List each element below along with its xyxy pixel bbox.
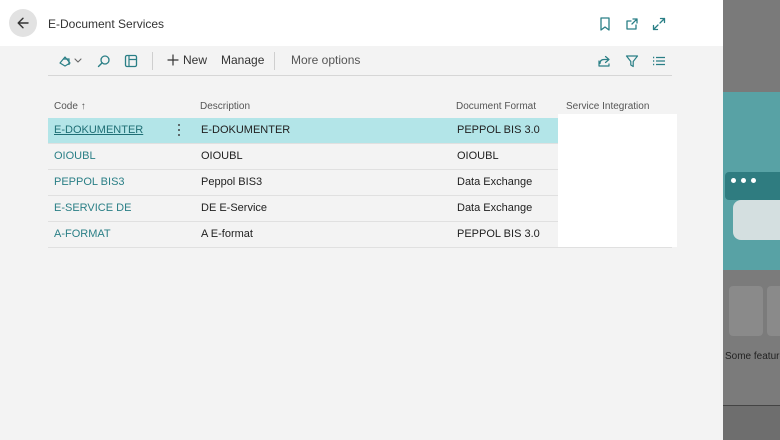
code-link[interactable]: A-FORMAT: [54, 228, 111, 240]
column-header-service-integration[interactable]: Service Integration: [566, 101, 649, 112]
background-thumbnail: [729, 286, 763, 336]
document-format-cell: OIOUBL: [457, 150, 499, 162]
background-thumbnail: [767, 286, 780, 336]
toolbar-divider: [152, 52, 153, 70]
background-card: [725, 172, 780, 200]
column-header-code[interactable]: Code ↑: [54, 101, 86, 112]
manage-button[interactable]: Manage: [221, 53, 264, 67]
code-link[interactable]: E-DOKUMENTER: [54, 124, 143, 136]
toolbar-divider-line: [48, 75, 672, 76]
filter-button[interactable]: [624, 53, 640, 69]
list-icon: [653, 56, 665, 66]
new-button-label: New: [183, 53, 208, 67]
view-switch-icon: [59, 56, 82, 67]
back-button[interactable]: [9, 9, 37, 37]
description-cell: Peppol BIS3: [201, 176, 263, 188]
plus-icon: [167, 54, 179, 66]
background-page: Some features: [723, 0, 780, 440]
background-caption: Some features: [725, 351, 780, 362]
open-new-window-icon: [626, 18, 638, 30]
page-header: E-Document Services: [0, 0, 723, 46]
document-format-cell: PEPPOL BIS 3.0: [457, 228, 540, 240]
e-document-services-table: Code ↑ Description Document Format Servi…: [48, 96, 677, 248]
background-tile: [733, 200, 780, 240]
background-header: [723, 0, 780, 92]
action-bar: New Manage More options: [48, 48, 672, 74]
document-format-cell: Data Exchange: [457, 176, 533, 188]
expand-icon: [652, 17, 666, 31]
column-header-code-label: Code: [54, 101, 78, 112]
column-header-document-format[interactable]: Document Format: [456, 101, 536, 112]
manage-button-label: Manage: [221, 53, 265, 67]
sort-ascending-icon: ↑: [80, 101, 86, 112]
share-icon: [598, 55, 610, 67]
bookmark-button[interactable]: [597, 16, 613, 32]
document-format-cell: Data Exchange: [457, 202, 533, 214]
more-options-label: More options: [291, 53, 361, 67]
code-link[interactable]: PEPPOL BIS3: [54, 176, 125, 188]
description-cell: OIOUBL: [201, 150, 243, 162]
document-format-cell: PEPPOL BIS 3.0: [457, 124, 540, 136]
column-header-description[interactable]: Description: [200, 101, 250, 112]
back-arrow-icon: [17, 17, 29, 29]
code-link[interactable]: E-SERVICE DE: [54, 202, 131, 214]
expand-button[interactable]: [651, 16, 667, 32]
list-page-panel: E-Document Services New Manage More opti…: [0, 0, 723, 440]
filter-icon: [625, 55, 639, 68]
view-switch-button[interactable]: [56, 53, 84, 69]
toolbar-divider: [274, 52, 275, 70]
search-icon: [97, 55, 110, 68]
background-divider: [723, 405, 780, 406]
bookmark-icon: [600, 17, 610, 31]
search-button[interactable]: [96, 53, 112, 69]
description-cell: E-DOKUMENTER: [201, 124, 291, 136]
list-view-button[interactable]: [651, 53, 667, 69]
open-new-window-button[interactable]: [624, 16, 640, 32]
service-integration-redacted: [558, 114, 677, 247]
row-actions-button[interactable]: [175, 122, 183, 138]
description-cell: DE E-Service: [201, 202, 268, 214]
filter-pane-button[interactable]: [123, 53, 139, 69]
page-title: E-Document Services: [48, 17, 165, 31]
description-cell: A E-format: [201, 228, 253, 240]
share-button[interactable]: [596, 53, 612, 69]
more-options-button[interactable]: More options: [291, 53, 360, 67]
new-button[interactable]: New: [167, 53, 207, 67]
filter-pane-icon: [124, 54, 138, 68]
code-link[interactable]: OIOUBL: [54, 150, 96, 162]
